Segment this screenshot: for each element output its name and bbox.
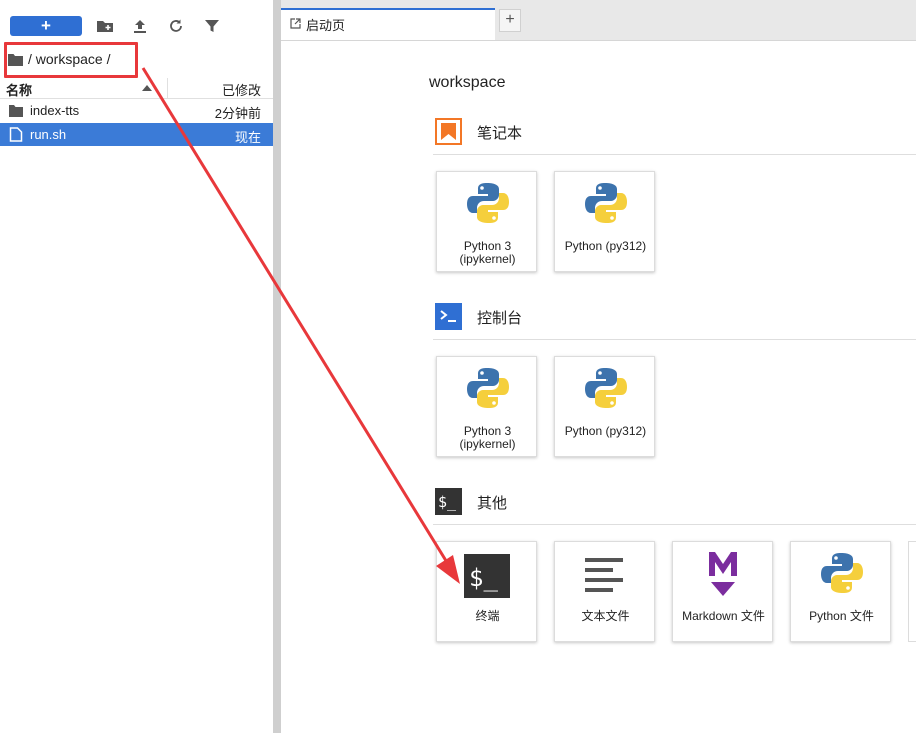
- file-icon: [9, 127, 23, 142]
- section-divider: [433, 154, 916, 155]
- file-name: run.sh: [30, 127, 67, 142]
- launcher-title: workspace: [429, 74, 506, 91]
- section-title: 其他: [477, 495, 508, 512]
- python-icon: [585, 183, 627, 223]
- card-label: Python (py312): [564, 239, 647, 253]
- section-console: 控制台: [435, 303, 916, 331]
- file-modified: 现在: [234, 130, 261, 145]
- python-file-card[interactable]: Python 文件: [790, 541, 891, 642]
- markdown-file-card[interactable]: Markdown 文件: [672, 541, 773, 642]
- file-list-header: 名称 已修改: [0, 78, 273, 99]
- text-file-icon: [585, 558, 623, 592]
- python-icon: [585, 368, 627, 408]
- python-icon: [467, 368, 509, 408]
- section-title: 控制台: [477, 310, 523, 327]
- console-py312-card[interactable]: Python (py312): [554, 356, 655, 457]
- upload-icon[interactable]: [131, 17, 149, 35]
- column-separator[interactable]: [167, 78, 168, 98]
- tab-bar: 启动页 +: [281, 0, 916, 41]
- new-launcher-button[interactable]: +: [10, 16, 82, 36]
- notebook-py312-card[interactable]: Python (py312): [554, 171, 655, 272]
- section-other: $_ 其他: [435, 488, 916, 516]
- partial-card[interactable]: [908, 541, 916, 642]
- text-file-card[interactable]: 文本文件: [554, 541, 655, 642]
- python-icon: [821, 553, 863, 593]
- filter-icon[interactable]: [203, 17, 221, 35]
- refresh-icon[interactable]: [167, 17, 185, 35]
- main-area: 启动页 + workspace 笔记本 Python 3 (ipykernel) …: [281, 0, 916, 733]
- console-python3-card[interactable]: Python 3 (ipykernel): [436, 356, 537, 457]
- column-modified-header[interactable]: 已修改: [222, 80, 261, 99]
- svg-text:$_: $_: [438, 493, 457, 511]
- folder-icon: [9, 105, 23, 117]
- card-label: Python 文件: [809, 609, 874, 623]
- file-browser-toolbar: +: [0, 0, 273, 44]
- file-name: index-tts: [30, 103, 80, 118]
- file-list-row[interactable]: index-tts 2分钟前: [0, 99, 273, 122]
- add-tab-button[interactable]: +: [499, 9, 521, 32]
- card-label: 终端: [475, 609, 500, 623]
- section-notebook: 笔记本: [435, 118, 916, 146]
- other-icon: $_: [435, 488, 462, 515]
- markdown-icon: [709, 552, 737, 596]
- card-label: 文本文件: [581, 609, 630, 623]
- tab-launcher[interactable]: 启动页: [281, 8, 495, 40]
- terminal-card[interactable]: $_ 终端: [436, 541, 537, 642]
- tab-label: 启动页: [306, 18, 346, 33]
- console-icon: [435, 303, 462, 330]
- file-browser-panel: + / workspace / 名称 已修改 index-tts 2分钟前 ru…: [0, 0, 273, 733]
- python-icon: [467, 183, 509, 223]
- annotation-highlight-box: [4, 42, 138, 78]
- card-label: Python (py312): [564, 424, 647, 438]
- notebook-icon: [435, 118, 462, 145]
- new-folder-icon[interactable]: [96, 17, 114, 35]
- column-name-header[interactable]: 名称: [6, 80, 32, 99]
- notebook-python3-card[interactable]: Python 3 (ipykernel): [436, 171, 537, 272]
- file-list-row-selected[interactable]: run.sh 现在: [0, 123, 273, 146]
- launch-icon: [290, 18, 301, 29]
- svg-text:$_: $_: [469, 564, 498, 592]
- card-label: Python 3 (ipykernel): [459, 424, 516, 451]
- card-label: Python 3 (ipykernel): [459, 239, 516, 266]
- section-divider: [433, 524, 916, 525]
- file-modified: 2分钟前: [214, 106, 261, 121]
- sort-ascending-icon[interactable]: [142, 85, 152, 91]
- section-title: 笔记本: [477, 125, 523, 142]
- section-divider: [433, 339, 916, 340]
- terminal-icon: $_: [464, 554, 510, 598]
- card-label: Markdown 文件: [682, 609, 765, 623]
- panel-resize-handle[interactable]: [273, 0, 281, 733]
